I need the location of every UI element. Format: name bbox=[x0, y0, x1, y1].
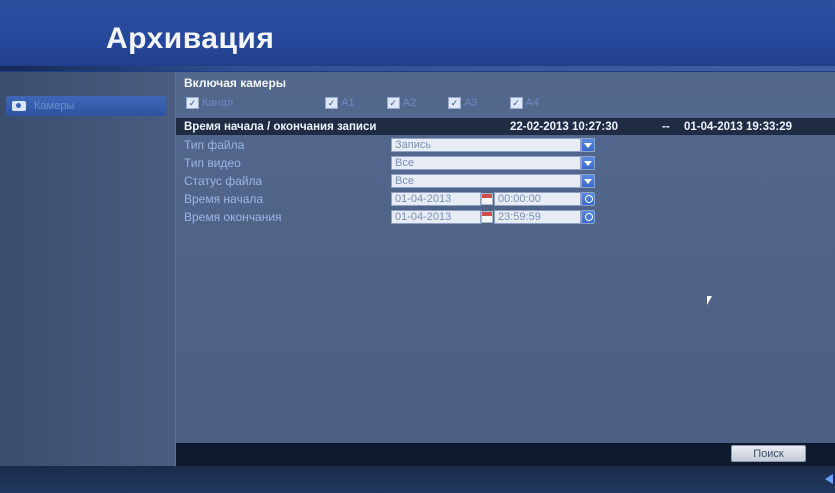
checkbox-a3[interactable]: ✓ А3 bbox=[448, 97, 478, 109]
start-time-label: Время начала bbox=[184, 192, 264, 206]
record-end: 01-04-2013 19:33:29 bbox=[684, 120, 793, 133]
main-panel: Включая камеры ✓ Канал ✓ А1 ✓ А2 ✓ А3 ✓ … bbox=[176, 72, 835, 466]
action-bar: Поиск bbox=[176, 443, 835, 466]
record-time-label: Время начала / окончания записи bbox=[184, 120, 377, 133]
clock-icon[interactable] bbox=[581, 210, 595, 224]
search-button[interactable]: Поиск bbox=[731, 445, 806, 462]
checkbox-a1[interactable]: ✓ А1 bbox=[325, 97, 355, 109]
check-icon: ✓ bbox=[448, 97, 462, 109]
chevron-down-icon[interactable] bbox=[581, 174, 595, 188]
cameras-heading: Включая камеры bbox=[184, 76, 287, 90]
mouse-cursor-icon bbox=[707, 296, 712, 305]
app-header: Архивация bbox=[0, 0, 835, 72]
back-arrow-icon[interactable] bbox=[825, 474, 833, 484]
camera-checkbox-row: ✓ Канал ✓ А1 ✓ А2 ✓ А3 ✓ А4 bbox=[186, 94, 569, 112]
sidebar-item-cameras[interactable]: Камеры bbox=[6, 96, 166, 116]
clock-icon[interactable] bbox=[581, 192, 595, 206]
check-icon: ✓ bbox=[509, 97, 523, 109]
checkbox-label: Канал bbox=[202, 97, 234, 109]
start-time-field[interactable]: 00:00:00 bbox=[494, 192, 581, 206]
sidebar: Камеры bbox=[0, 72, 176, 466]
record-separator: -- bbox=[662, 120, 670, 133]
record-time-bar: Время начала / окончания записи 22-02-20… bbox=[176, 118, 835, 135]
file-status-label: Статус файла bbox=[184, 174, 263, 188]
checkbox-a4[interactable]: ✓ А4 bbox=[509, 97, 540, 109]
checkbox-label: А1 bbox=[341, 97, 355, 109]
checkbox-a2[interactable]: ✓ А2 bbox=[386, 97, 417, 109]
check-icon: ✓ bbox=[386, 97, 400, 109]
chevron-down-icon[interactable] bbox=[581, 138, 595, 152]
chevron-down-icon[interactable] bbox=[581, 156, 595, 170]
header-divider bbox=[0, 66, 835, 71]
file-type-label: Тип файла bbox=[184, 138, 245, 152]
checkbox-label: А3 bbox=[464, 97, 478, 109]
checkbox-label: А2 bbox=[402, 97, 417, 109]
end-date-field[interactable]: 01-04-2013 bbox=[391, 210, 481, 224]
sidebar-item-label: Камеры bbox=[34, 100, 75, 112]
footer-bar bbox=[0, 466, 835, 493]
calendar-icon[interactable] bbox=[481, 211, 493, 223]
file-status-select[interactable]: Все bbox=[391, 174, 581, 188]
check-icon: ✓ bbox=[186, 97, 199, 109]
check-icon: ✓ bbox=[325, 97, 339, 109]
start-date-field[interactable]: 01-04-2013 bbox=[391, 192, 481, 206]
end-time-label: Время окончания bbox=[184, 210, 282, 224]
record-start: 22-02-2013 10:27:30 bbox=[510, 120, 619, 133]
video-type-select[interactable]: Все bbox=[391, 156, 581, 170]
page-title: Архивация bbox=[106, 22, 275, 55]
file-type-select[interactable]: Запись bbox=[391, 138, 581, 152]
calendar-icon[interactable] bbox=[481, 193, 493, 205]
camera-icon bbox=[12, 101, 26, 111]
end-time-field[interactable]: 23:59:59 bbox=[494, 210, 581, 224]
checkbox-label: А4 bbox=[525, 97, 540, 109]
checkbox-channel[interactable]: ✓ Канал bbox=[186, 97, 233, 109]
video-type-label: Тип видео bbox=[184, 156, 241, 170]
